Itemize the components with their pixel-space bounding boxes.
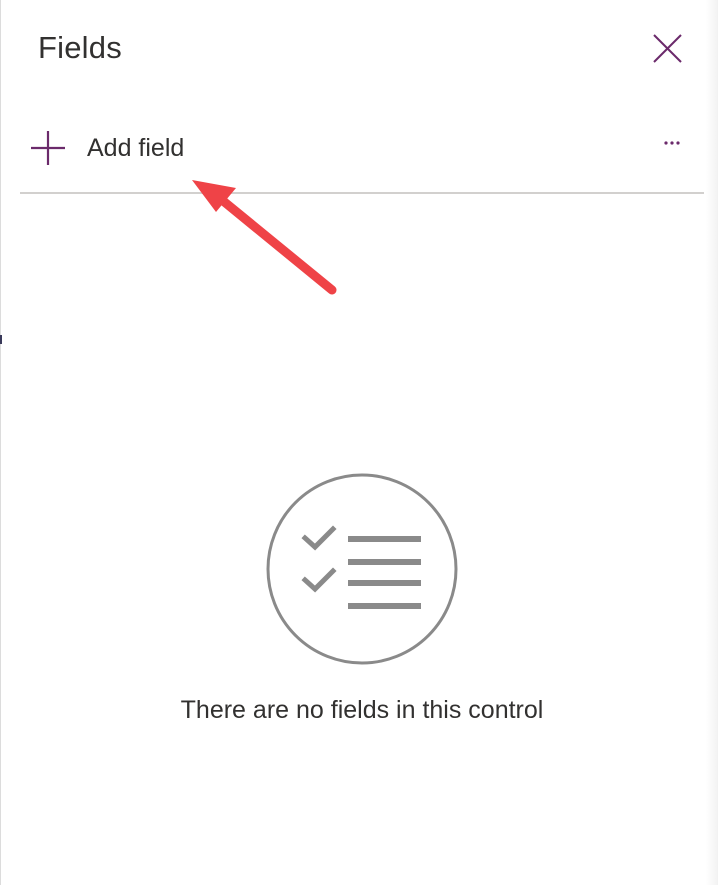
panel-title: Fields (38, 30, 122, 65)
more-options-icon (664, 141, 680, 145)
toolbar-divider (20, 192, 704, 194)
left-border (0, 0, 1, 885)
add-field-button[interactable]: Add field (28, 128, 184, 168)
close-icon (653, 34, 682, 63)
more-options-button[interactable] (658, 132, 688, 154)
add-field-label: Add field (87, 133, 185, 162)
fields-toolbar: Add field (20, 118, 704, 192)
close-button[interactable] (648, 30, 686, 68)
empty-state-message: There are no fields in this control (180, 696, 544, 724)
checklist-icon (266, 473, 458, 665)
fields-panel: Fields Add field There are no fields in … (0, 0, 718, 885)
panel-right-shadow (706, 0, 718, 885)
plus-icon (31, 131, 65, 165)
left-edge-marker (0, 335, 2, 344)
